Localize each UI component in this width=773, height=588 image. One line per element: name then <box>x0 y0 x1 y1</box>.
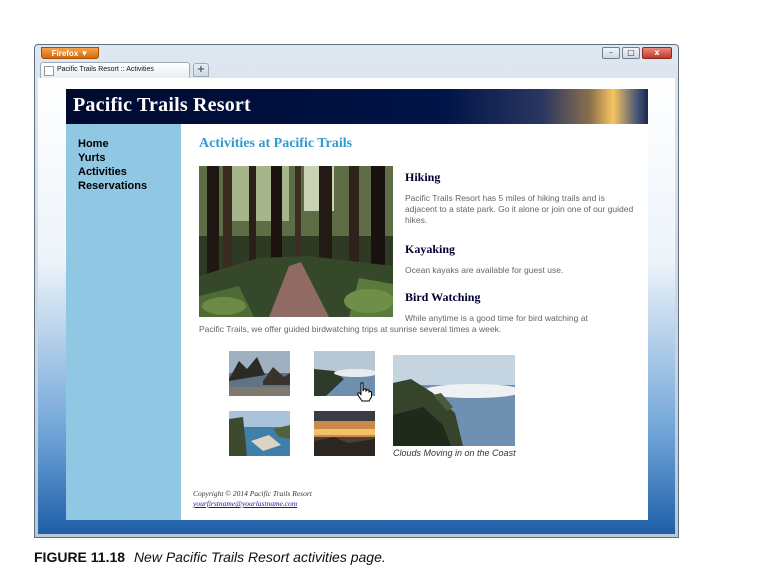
page-heading: Activities at Pacific Trails <box>199 136 353 151</box>
section-text-bird-watching-line1: While anytime is a good time for bird wa… <box>405 313 588 323</box>
tab-title: Pacific Trails Resort :: Activities <box>57 66 154 73</box>
section-heading-bird-watching: Bird Watching <box>405 290 481 304</box>
nav-link-activities[interactable]: Activities <box>78 165 181 179</box>
nav-list: Home Yurts Activities Reservations <box>66 124 181 193</box>
thumbnail-cove[interactable] <box>229 411 290 456</box>
section-text-kayaking: Ocean kayaks are available for guest use… <box>405 265 564 275</box>
section-heading-kayaking: Kayaking <box>405 242 456 256</box>
close-button[interactable]: x <box>642 47 672 59</box>
figure-caption-text: New Pacific Trails Resort activities pag… <box>133 549 386 565</box>
figure-label: FIGURE 11.18 <box>34 549 126 565</box>
copyright-text: Copyright © 2014 Pacific Trails Resort <box>193 489 312 498</box>
site-footer: Copyright © 2014 Pacific Trails Resort y… <box>193 489 312 509</box>
browser-window: Firefox ▼ – □ x Pacific Trails Resort ::… <box>34 44 679 538</box>
firefox-menu-button[interactable]: Firefox ▼ <box>41 47 99 59</box>
cove-image <box>229 411 290 456</box>
page-wrapper: Pacific Trails Resort Home Yurts Activit… <box>66 89 648 520</box>
thumbnail-sunset[interactable] <box>314 411 375 456</box>
site-title: Pacific Trails Resort <box>73 94 251 116</box>
featured-photo-caption: Clouds Moving in on the Coast <box>393 448 516 458</box>
browser-tab-activities[interactable]: Pacific Trails Resort :: Activities <box>40 62 190 78</box>
hand-pointer-icon <box>357 382 372 402</box>
page-favicon-icon <box>44 66 54 76</box>
trail-photo <box>199 166 393 317</box>
nav-link-reservations[interactable]: Reservations <box>78 179 181 193</box>
minimize-button[interactable]: – <box>602 47 620 59</box>
forest-trail-image <box>199 166 393 317</box>
nav-link-yurts[interactable]: Yurts <box>78 151 181 165</box>
section-text-hiking: Pacific Trails Resort has 5 miles of hik… <box>405 193 634 225</box>
main-content: Activities at Pacific Trails Hiking Paci… <box>181 124 648 520</box>
page-viewport[interactable]: Pacific Trails Resort Home Yurts Activit… <box>38 78 675 534</box>
section-heading-hiking: Hiking <box>405 170 441 184</box>
maximize-button[interactable]: □ <box>622 47 640 59</box>
footer-email-link[interactable]: yourfirstname@yourlastname.com <box>193 499 312 509</box>
nav-link-home[interactable]: Home <box>78 137 181 151</box>
site-header: Pacific Trails Resort <box>66 89 648 124</box>
coast-clouds-image <box>393 355 515 446</box>
coast-rocks-image <box>229 351 290 396</box>
featured-photo <box>393 355 515 446</box>
new-tab-button[interactable]: + <box>193 63 209 77</box>
tab-strip: Pacific Trails Resort :: Activities + <box>35 61 678 78</box>
site-nav: Home Yurts Activities Reservations <box>66 124 181 520</box>
section-text-bird-watching-line2: Pacific Trails, we offer guided birdwatc… <box>199 324 502 334</box>
figure-caption: FIGURE 11.18 New Pacific Trails Resort a… <box>34 549 386 565</box>
window-controls: – □ x <box>600 47 672 59</box>
figure-stage: Firefox ▼ – □ x Pacific Trails Resort ::… <box>0 0 773 588</box>
thumbnail-coast-rocks[interactable] <box>229 351 290 396</box>
sunset-image <box>314 411 375 456</box>
